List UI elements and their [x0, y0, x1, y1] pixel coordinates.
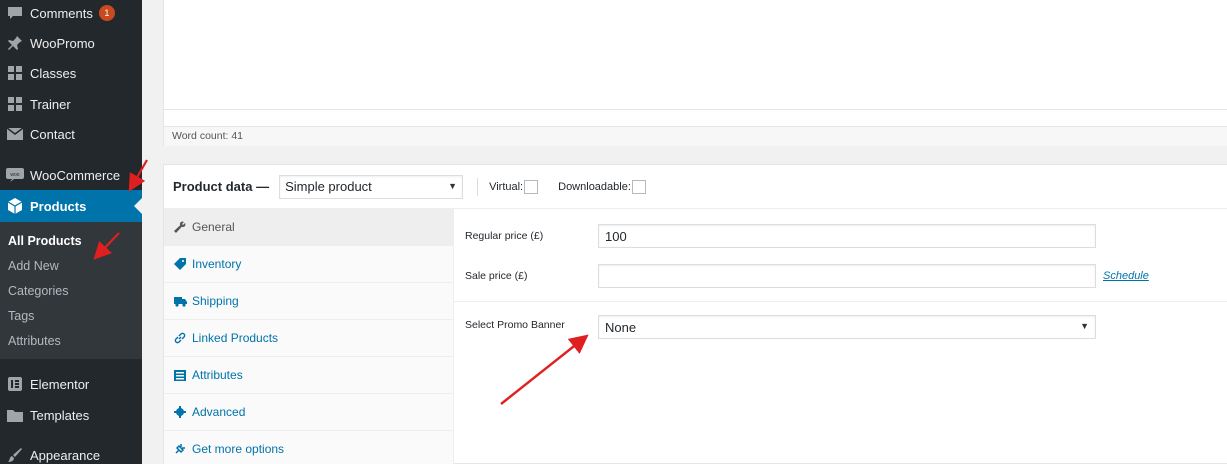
- box-icon: [0, 198, 30, 214]
- tab-label: Inventory: [192, 257, 242, 271]
- tab-label: Get more options: [192, 442, 285, 456]
- dropdown-arrow-icon: ▼: [1080, 321, 1089, 331]
- admin-sidebar: Comments 1 WooPromo Classes Trainer Cont…: [0, 0, 142, 464]
- submenu-add-new[interactable]: Add New: [0, 254, 142, 279]
- dropdown-arrow-icon: ▼: [448, 180, 458, 191]
- pin-icon: [0, 35, 30, 51]
- tag-icon: [174, 258, 192, 270]
- tab-advanced[interactable]: Advanced: [164, 394, 453, 431]
- tab-label: Advanced: [192, 405, 246, 419]
- product-type-value: Simple product: [285, 179, 372, 194]
- regular-price-input[interactable]: 100: [598, 224, 1096, 248]
- truck-icon: [174, 296, 192, 307]
- sidebar-item-label: Templates: [30, 407, 90, 423]
- submenu-attributes[interactable]: Attributes: [0, 329, 142, 354]
- promo-banner-select[interactable]: None ▼: [598, 315, 1096, 339]
- tab-label: Shipping: [192, 294, 239, 308]
- sidebar-item-classes[interactable]: Classes: [0, 58, 142, 88]
- downloadable-label: Downloadable:: [558, 180, 631, 193]
- woo-icon: woo: [0, 168, 30, 182]
- product-data-tabs: General Inventory Shipping Linked Produc…: [164, 209, 454, 464]
- header-divider: [477, 177, 479, 196]
- tab-label: Attributes: [192, 368, 243, 382]
- sidebar-item-woopromo[interactable]: WooPromo: [0, 28, 142, 58]
- sidebar-item-contact[interactable]: Contact: [0, 119, 142, 149]
- sidebar-item-woocommerce[interactable]: woo WooCommerce: [0, 160, 142, 190]
- virtual-checkbox[interactable]: [524, 179, 539, 194]
- promo-banner-row: Select Promo Banner None ▼: [454, 315, 1227, 339]
- submenu-all-products[interactable]: All Products: [0, 229, 142, 254]
- tab-label: General: [192, 220, 235, 234]
- virtual-option[interactable]: Virtual:: [489, 179, 539, 194]
- general-panel: Regular price (£) 100 Sale price (£) Sch…: [454, 209, 1227, 464]
- tab-shipping[interactable]: Shipping: [164, 283, 453, 320]
- regular-price-label: Regular price (£): [465, 230, 544, 242]
- tab-linked-products[interactable]: Linked Products: [164, 320, 453, 357]
- sidebar-item-elementor[interactable]: Elementor: [0, 369, 142, 399]
- wrench-icon: [174, 221, 192, 233]
- tab-label: Linked Products: [192, 331, 279, 345]
- sidebar-item-label: Elementor: [30, 376, 90, 392]
- tab-get-more-options[interactable]: Get more options: [164, 431, 453, 464]
- submenu-categories[interactable]: Categories: [0, 279, 142, 304]
- link-icon: [174, 332, 192, 344]
- content-editor: Word count: 41: [163, 0, 1227, 146]
- product-data-box: Product data — Simple product ▼ Virtual:…: [163, 164, 1227, 464]
- gear-icon: [174, 406, 192, 418]
- word-count: Word count: 41: [164, 126, 1227, 146]
- svg-text:woo: woo: [10, 172, 19, 178]
- sidebar-item-comments[interactable]: Comments 1: [0, 0, 142, 28]
- active-indicator: [134, 198, 142, 214]
- tab-attributes[interactable]: Attributes: [164, 357, 453, 394]
- promo-banner-value: None: [605, 319, 637, 335]
- sidebar-item-templates[interactable]: Templates: [0, 400, 142, 430]
- editor-text-area[interactable]: [164, 0, 1227, 110]
- products-submenu: All Products Add New Categories Tags Att…: [0, 222, 142, 359]
- comment-icon: [0, 6, 30, 20]
- mail-icon: [0, 128, 30, 140]
- sidebar-item-trainer[interactable]: Trainer: [0, 89, 142, 119]
- elementor-icon: [0, 377, 30, 391]
- sidebar-item-label: Trainer: [30, 96, 71, 112]
- sidebar-item-label: Comments: [30, 5, 93, 21]
- downloadable-checkbox[interactable]: [631, 179, 646, 194]
- sidebar-item-products[interactable]: Products: [0, 190, 142, 222]
- plugin-icon: [174, 443, 192, 455]
- comment-count-badge: 1: [98, 5, 115, 21]
- brush-icon: [0, 447, 30, 463]
- virtual-label: Virtual:: [489, 180, 524, 193]
- panel-divider: [454, 301, 1227, 302]
- sidebar-item-label: Appearance: [30, 447, 101, 463]
- sidebar-item-label: WooPromo: [30, 35, 95, 51]
- grid-icon: [0, 97, 30, 111]
- sale-price-row: Sale price (£) Schedule: [454, 264, 1227, 288]
- menu-separator: [0, 430, 142, 439]
- regular-price-row: Regular price (£) 100: [454, 224, 1227, 248]
- schedule-link[interactable]: Schedule: [1103, 270, 1149, 282]
- tab-general[interactable]: General: [164, 209, 453, 246]
- product-type-select[interactable]: Simple product ▼: [279, 174, 464, 199]
- submenu-tags[interactable]: Tags: [0, 304, 142, 329]
- sidebar-item-label: Classes: [30, 65, 77, 81]
- menu-separator: [0, 149, 142, 158]
- downloadable-option[interactable]: Downloadable:: [558, 179, 646, 194]
- folder-icon: [0, 409, 30, 422]
- product-data-header: Product data — Simple product ▼ Virtual:…: [164, 165, 1227, 209]
- list-icon: [174, 369, 192, 381]
- sidebar-item-label: Products: [30, 198, 87, 214]
- grid-icon: [0, 66, 30, 80]
- sidebar-item-appearance[interactable]: Appearance: [0, 440, 142, 464]
- sidebar-item-label: WooCommerce: [30, 167, 121, 183]
- sale-price-input[interactable]: [598, 264, 1096, 288]
- product-data-title: Product data —: [173, 179, 270, 194]
- promo-banner-label: Select Promo Banner: [465, 319, 565, 331]
- sale-price-label: Sale price (£): [465, 270, 528, 282]
- tab-inventory[interactable]: Inventory: [164, 246, 453, 283]
- sidebar-item-label: Contact: [30, 126, 75, 142]
